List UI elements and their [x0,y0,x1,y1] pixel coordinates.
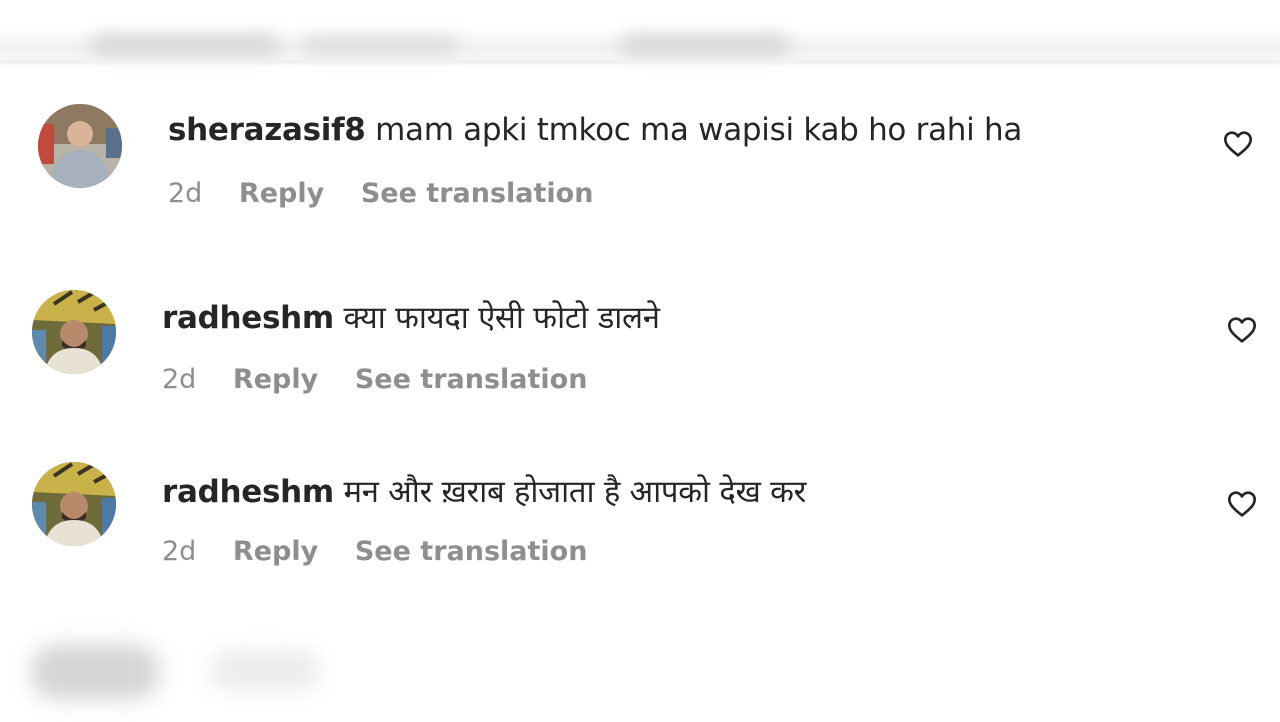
see-translation-button[interactable]: See translation [355,364,588,395]
blurred-text [620,34,790,56]
comment-text: sherazasif8 mam apki tmkoc ma wapisi kab… [168,112,1022,148]
blurred-avatar [30,644,160,700]
comment-meta: 2d Reply See translation [162,364,615,395]
like-heart-icon[interactable] [1225,488,1259,520]
comment-text: radheshm मन और ख़राब होजाता है आपको देख … [162,470,806,512]
blurred-text [300,34,460,56]
comment-body: क्या फायदा ऐसी फोटो डालने [343,300,660,336]
avatar[interactable] [32,290,116,374]
blurred-header [0,0,1280,62]
comment-meta: 2d Reply See translation [168,178,621,209]
avatar-image [38,104,122,188]
blurred-text [210,650,320,690]
username-link[interactable]: sherazasif8 [168,112,366,148]
comment-body: मन और ख़राब होजाता है आपको देख कर [343,474,806,510]
reply-button[interactable]: Reply [239,178,324,209]
comment-text: radheshm क्या फायदा ऐसी फोटो डालने [162,296,660,338]
like-heart-icon[interactable] [1221,128,1255,160]
blurred-footer [0,636,1280,722]
reply-button[interactable]: Reply [233,536,318,567]
reply-button[interactable]: Reply [233,364,318,395]
timestamp: 2d [162,364,197,395]
blurred-text [90,34,280,56]
comment-item: radheshm क्या फायदा ऐसी फोटो डालने 2d Re… [0,286,1280,416]
timestamp: 2d [162,536,197,567]
username-link[interactable]: radheshm [162,300,334,336]
avatar[interactable] [32,462,116,546]
comment-meta: 2d Reply See translation [162,536,615,567]
timestamp: 2d [168,178,203,209]
like-heart-icon[interactable] [1225,314,1259,346]
divider [0,60,1280,64]
see-translation-button[interactable]: See translation [355,536,588,567]
username-link[interactable]: radheshm [162,474,334,510]
comment-item: sherazasif8 mam apki tmkoc ma wapisi kab… [0,100,1280,230]
see-translation-button[interactable]: See translation [361,178,594,209]
avatar[interactable] [38,104,122,188]
avatar-image [32,290,116,374]
comment-body: mam apki tmkoc ma wapisi kab ho rahi ha [375,112,1023,148]
avatar-image [32,462,116,546]
comment-item: radheshm मन और ख़राब होजाता है आपको देख … [0,458,1280,588]
